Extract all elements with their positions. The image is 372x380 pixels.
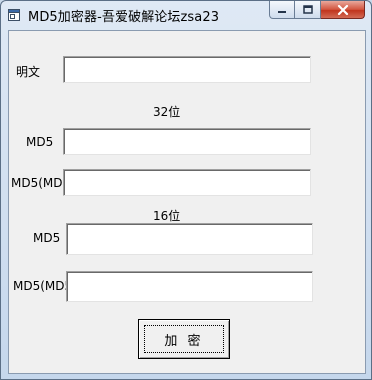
caption-buttons <box>269 1 365 20</box>
section-32bit-label: 32位 <box>153 105 181 119</box>
minimize-icon <box>278 10 286 13</box>
section-16bit-label: 16位 <box>153 209 181 223</box>
close-icon <box>337 4 348 15</box>
md5-32-label: MD5 <box>26 135 54 149</box>
md5-32-output[interactable] <box>63 128 311 155</box>
maximize-icon <box>302 5 313 14</box>
window-title: MD5加密器-吾爱破解论坛zsa23 <box>28 10 220 25</box>
app-window: MD5加密器-吾爱破解论坛zsa23 明文 32位 MD5 MD5(MD5 16… <box>0 0 372 380</box>
md5md5-16-output[interactable] <box>66 271 313 302</box>
focus-indicator <box>144 325 224 353</box>
encrypt-button[interactable]: 加 密 <box>138 319 230 359</box>
title-bar[interactable]: MD5加密器-吾爱破解论坛zsa23 <box>1 1 371 29</box>
md5-16-output[interactable] <box>66 223 313 255</box>
plaintext-label: 明文 <box>16 65 41 79</box>
md5md5-32-label: MD5(MD5 <box>11 176 71 190</box>
close-button[interactable] <box>321 1 365 19</box>
app-icon <box>8 9 20 21</box>
minimize-button[interactable] <box>269 1 295 19</box>
md5md5-16-label: MD5(MD5 <box>13 279 73 293</box>
md5md5-32-output[interactable] <box>63 169 311 196</box>
maximize-button[interactable] <box>295 1 321 19</box>
plaintext-input[interactable] <box>63 56 311 83</box>
md5-16-label: MD5 <box>33 231 61 245</box>
form-body: 明文 32位 MD5 MD5(MD5 16位 MD5 MD5(MD5 加 密 <box>8 30 366 374</box>
